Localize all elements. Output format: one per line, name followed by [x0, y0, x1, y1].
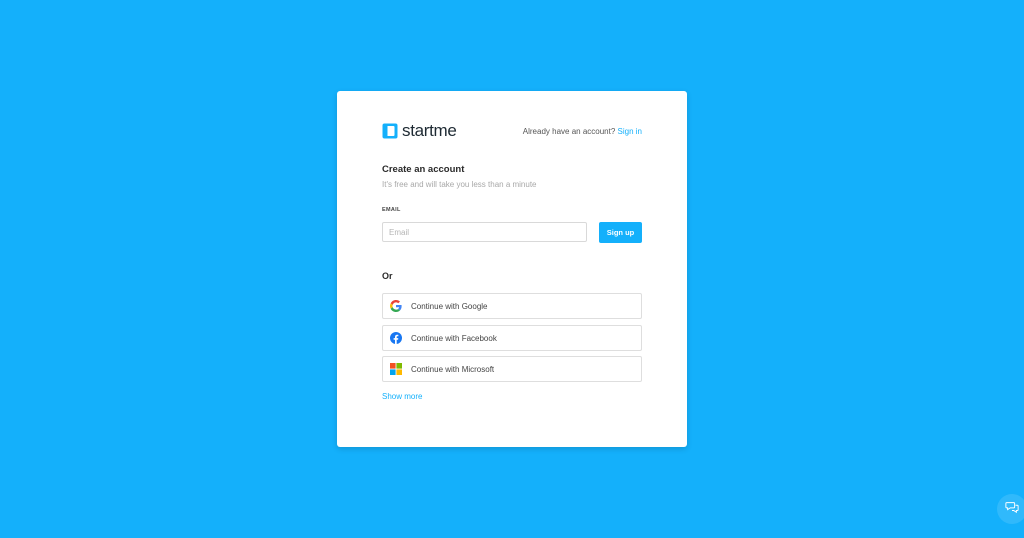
- or-separator: Or: [382, 271, 393, 281]
- startme-logo[interactable]: startme: [382, 121, 457, 140]
- continue-with-facebook-button[interactable]: Continue with Facebook: [382, 325, 642, 351]
- continue-with-google-button[interactable]: Continue with Google: [382, 293, 642, 319]
- show-more-link[interactable]: Show more: [382, 392, 422, 401]
- chat-icon: [1005, 500, 1019, 519]
- microsoft-icon: [390, 363, 402, 375]
- signin-prompt: Already have an account? Sign in: [523, 127, 642, 136]
- page-subtitle: It's free and will take you less than a …: [382, 180, 537, 189]
- email-label: EMAIL: [382, 207, 401, 213]
- chat-button[interactable]: [997, 494, 1024, 524]
- continue-with-microsoft-label: Continue with Microsoft: [411, 364, 495, 374]
- continue-with-google-label: Continue with Google: [411, 301, 488, 311]
- startme-logo-icon: [382, 123, 398, 139]
- google-icon: [390, 300, 402, 312]
- continue-with-microsoft-button[interactable]: Continue with Microsoft: [382, 356, 642, 382]
- facebook-icon: [390, 332, 402, 344]
- signup-card: startme Already have an account? Sign in…: [337, 91, 687, 447]
- signup-button[interactable]: Sign up: [599, 222, 642, 243]
- already-have-account-text: Already have an account?: [522, 127, 616, 136]
- signin-link[interactable]: Sign in: [618, 127, 642, 136]
- startme-logo-text: startme: [402, 121, 457, 140]
- continue-with-facebook-label: Continue with Facebook: [411, 333, 497, 343]
- email-input[interactable]: [382, 222, 587, 242]
- page-title: Create an account: [382, 164, 465, 175]
